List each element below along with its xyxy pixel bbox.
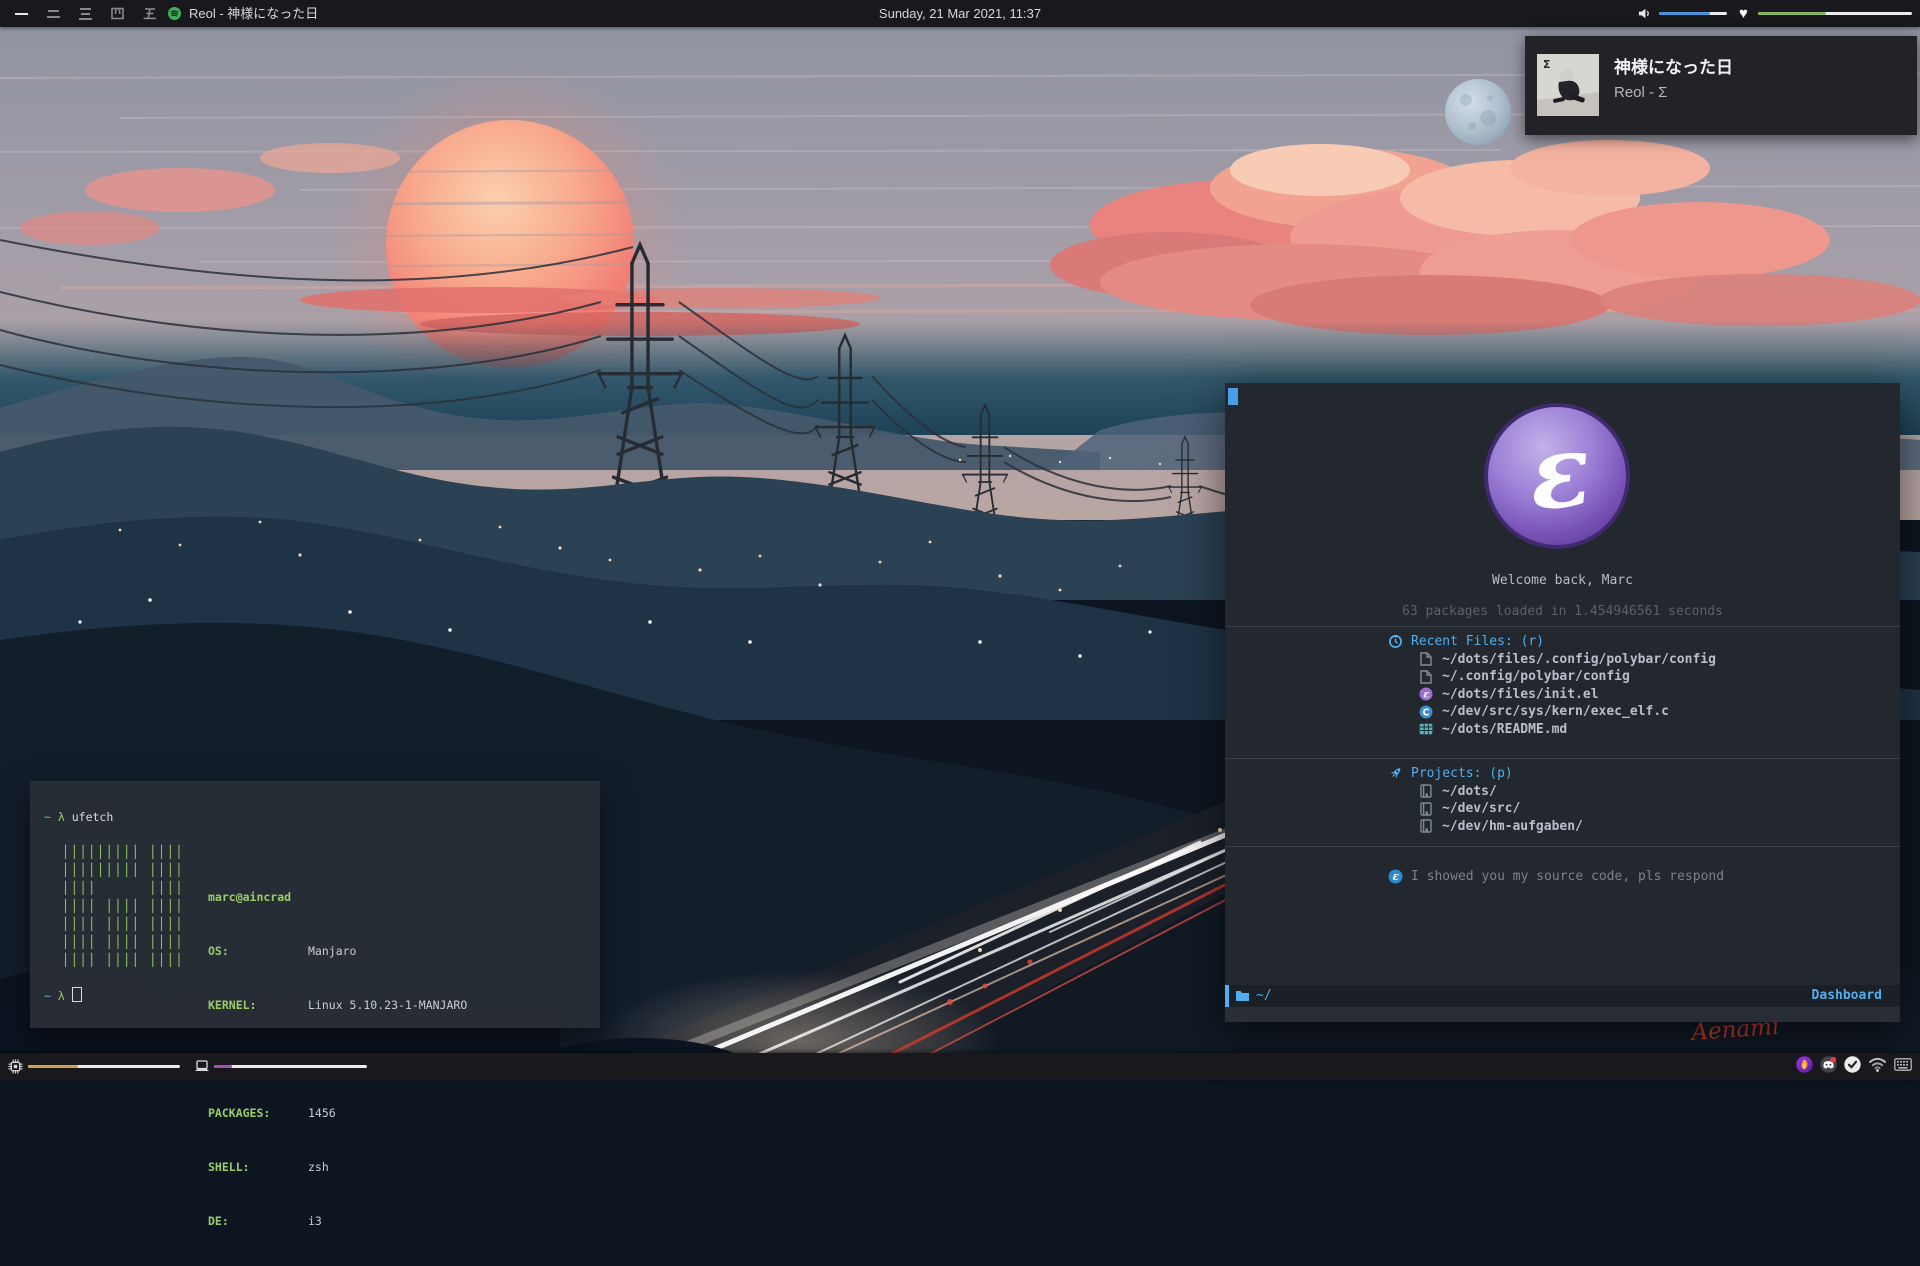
recent-file-item[interactable]: ε ~/dots/files/init.el xyxy=(1225,686,1900,704)
spotify-icon[interactable] xyxy=(168,7,181,25)
modeline-buffer-name: Dashboard xyxy=(1812,985,1882,1007)
emacs-ball-icon: ε xyxy=(1387,869,1403,884)
cpu-chip-icon xyxy=(8,1059,23,1079)
discord-icon[interactable] xyxy=(1820,1056,1837,1078)
separator xyxy=(1225,846,1900,847)
terminal-cursor xyxy=(72,987,82,1002)
repo-icon xyxy=(1418,784,1434,798)
system-tray xyxy=(1796,1053,1912,1080)
separator xyxy=(1225,626,1900,627)
folder-icon xyxy=(1235,989,1250,1006)
terminal-window[interactable]: ~ λ ufetch │││││││││ ││││ │││││││││ ││││… xyxy=(30,781,600,1028)
project-item[interactable]: ~/dots/ xyxy=(1225,783,1900,801)
svg-text:ε: ε xyxy=(1423,690,1429,701)
emacs-echo-area xyxy=(1225,1007,1900,1022)
svg-text:C: C xyxy=(1423,707,1430,718)
user-host: marc@aincrad xyxy=(208,890,291,904)
dashboard-welcome: Welcome back, Marc xyxy=(1225,573,1900,588)
heart-icon: ♥ xyxy=(1739,0,1748,27)
repo-icon xyxy=(1418,819,1434,833)
repo-icon xyxy=(1418,802,1434,816)
file-icon xyxy=(1418,670,1434,684)
workspace-switcher xyxy=(14,0,157,36)
brightness-slider[interactable] xyxy=(214,1065,367,1068)
lambda-prompt: λ xyxy=(58,989,72,1003)
svg-text:ε: ε xyxy=(1523,410,1596,534)
recent-files-header[interactable]: Recent Files: (r) xyxy=(1225,633,1900,651)
project-item[interactable]: ~/dev/src/ xyxy=(1225,800,1900,818)
recent-file-item[interactable]: C ~/dev/src/sys/kern/exec_elf.c xyxy=(1225,703,1900,721)
workspace-item-1[interactable] xyxy=(14,0,29,36)
clock: Sunday, 21 Mar 2021, 11:37 xyxy=(879,0,1041,27)
notification-title: 神様になった日 xyxy=(1614,53,1733,78)
emacs-logo-icon: ε xyxy=(1482,401,1632,555)
recent-file-item[interactable]: ~/dots/files/.config/polybar/config xyxy=(1225,651,1900,669)
svg-text:Σ: Σ xyxy=(1543,58,1551,71)
music-app-icon[interactable] xyxy=(1796,1056,1813,1078)
album-art: Σ xyxy=(1537,54,1599,121)
terminal-command: ufetch xyxy=(72,810,114,824)
emacs-modeline: ~/ Dashboard xyxy=(1225,985,1900,1007)
terminal-prompt[interactable]: ~ λ xyxy=(44,987,82,1005)
projects-section: Projects: (p) ~/dots/ ~/dev/src/ ~/dev/h… xyxy=(1225,765,1900,835)
workspace-item-4[interactable] xyxy=(110,0,125,36)
keyboard-icon[interactable] xyxy=(1894,1058,1912,1076)
recent-file-item[interactable]: ~/.config/polybar/config xyxy=(1225,668,1900,686)
projects-header[interactable]: Projects: (p) xyxy=(1225,765,1900,783)
svg-text:ε: ε xyxy=(1392,870,1399,883)
file-icon xyxy=(1418,652,1434,666)
workspace-item-3[interactable] xyxy=(78,0,93,36)
laptop-icon xyxy=(194,1060,210,1078)
bottom-bar xyxy=(0,1053,1920,1080)
separator xyxy=(1225,758,1900,759)
song-progress-slider[interactable] xyxy=(1758,12,1912,15)
markdown-icon xyxy=(1418,723,1434,735)
recent-files-section: Recent Files: (r) ~/dots/files/.config/p… xyxy=(1225,633,1900,738)
manjaro-ascii-logo: │││││││││ ││││ │││││││││ ││││ ││││ ││││ … xyxy=(62,843,184,969)
notification-popup[interactable]: Σ 神様になった日 Reol - Σ xyxy=(1525,36,1917,135)
lambda-prompt: λ xyxy=(58,810,72,824)
rocket-icon xyxy=(1387,766,1403,781)
updates-ok-icon[interactable] xyxy=(1844,1056,1861,1078)
cpu-slider[interactable] xyxy=(28,1065,180,1068)
dashboard-footer: ε I showed you my source code, pls respo… xyxy=(1225,868,1887,886)
workspace-item-2[interactable] xyxy=(46,0,61,36)
emacs-window[interactable]: ε Welcome back, Marc 63 packages loaded … xyxy=(1225,383,1900,1022)
emacs-file-icon: ε xyxy=(1418,687,1434,701)
notification-subtitle: Reol - Σ xyxy=(1614,84,1667,101)
wifi-icon[interactable] xyxy=(1868,1057,1887,1077)
now-playing-label[interactable]: Reol - 神様になった日 xyxy=(189,0,318,27)
recent-file-item[interactable]: ~/dots/README.md xyxy=(1225,721,1900,739)
modeline-path: ~/ xyxy=(1256,985,1272,1007)
workspace-item-5[interactable] xyxy=(142,0,157,36)
moon xyxy=(1445,79,1511,145)
speaker-icon[interactable] xyxy=(1637,6,1652,26)
emacs-cursor xyxy=(1228,388,1238,405)
modeline-accent-bar xyxy=(1225,985,1229,1007)
dashboard-load-info: 63 packages loaded in 1.454946561 second… xyxy=(1225,604,1900,619)
top-bar: Reol - 神様になった日 Sunday, 21 Mar 2021, 11:3… xyxy=(0,0,1920,27)
volume-slider[interactable] xyxy=(1659,12,1727,15)
terminal-command-line: ~ λ ufetch xyxy=(44,808,113,826)
project-item[interactable]: ~/dev/hm-aufgaben/ xyxy=(1225,818,1900,836)
history-icon xyxy=(1387,634,1403,649)
c-lang-icon: C xyxy=(1418,705,1434,719)
